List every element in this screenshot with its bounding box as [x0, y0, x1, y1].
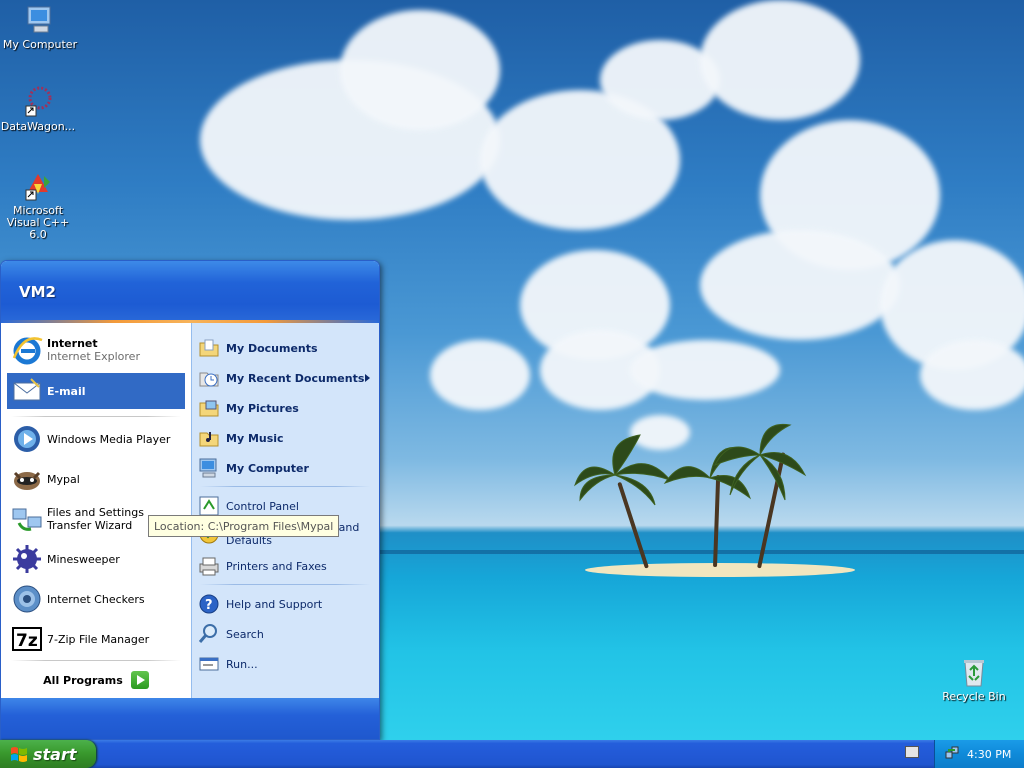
island [585, 563, 855, 577]
my-computer-icon [198, 457, 220, 479]
start-item-my-computer[interactable]: My Computer [198, 455, 374, 481]
mypal-icon [11, 463, 43, 495]
start-item-my-music[interactable]: My Music [198, 425, 374, 451]
item-label: Internet Checkers [47, 592, 145, 606]
windows-flag-icon [10, 746, 28, 762]
item-label: My Computer [226, 461, 309, 475]
help-icon: ? [198, 593, 220, 615]
recycle-bin-icon [958, 656, 990, 688]
start-menu: VM2 Internet Internet Explorer E-mail Win… [0, 260, 380, 740]
item-label: Windows Media Player [47, 432, 171, 446]
clock[interactable]: 4:30 PM [967, 748, 1011, 761]
internet-explorer-icon [11, 334, 43, 366]
folder-pictures-icon [198, 397, 220, 419]
start-item-7zip[interactable]: 7z 7-Zip File Manager [7, 621, 185, 657]
item-label: Help and Support [226, 597, 323, 611]
start-item-email[interactable]: E-mail [7, 373, 185, 409]
desktop-icon-label: Recycle Bin [942, 690, 1006, 703]
item-label: My Music [226, 431, 284, 445]
printer-icon [198, 555, 220, 577]
taskbar: start 4:30 PM [0, 740, 1024, 768]
location-tooltip: Location: C:\Program Files\Mypal [148, 515, 340, 537]
control-panel-icon [198, 495, 220, 517]
network-icon[interactable] [945, 746, 959, 763]
start-item-mypal[interactable]: Mypal [7, 461, 185, 497]
desktop-icon-label: Microsoft Visual C++ 6.0 [6, 204, 70, 241]
user-name: VM2 [19, 283, 56, 301]
item-label: Minesweeper [47, 552, 120, 566]
start-item-my-pictures[interactable]: My Pictures [198, 395, 374, 421]
item-label: Run... [226, 657, 258, 671]
visual-cpp-icon [22, 170, 54, 202]
item-label: My Documents [226, 341, 318, 355]
datawagon-icon [22, 86, 54, 118]
search-icon [198, 623, 220, 645]
desktop-icon-datawagon[interactable]: DataWagon... [0, 86, 78, 133]
email-icon [11, 375, 43, 407]
green-arrow-icon [130, 671, 149, 689]
desktop-icon-recycle-bin[interactable]: Recycle Bin [934, 656, 1014, 703]
transfer-wizard-icon [11, 503, 43, 535]
palm-tree-leaves [574, 423, 807, 506]
item-subtitle: Internet Explorer [47, 350, 140, 363]
item-label: Search [226, 627, 264, 641]
separator [11, 416, 181, 417]
start-item-minesweeper[interactable]: Minesweeper [7, 541, 185, 577]
media-player-icon [11, 423, 43, 455]
start-item-internet-checkers[interactable]: Internet Checkers [7, 581, 185, 617]
recent-documents-icon [198, 367, 220, 389]
item-label: Control Panel [226, 499, 299, 513]
start-item-search[interactable]: Search [198, 621, 374, 647]
start-item-help[interactable]: ? Help and Support [198, 591, 374, 617]
my-computer-icon [24, 4, 56, 36]
item-title: Internet [47, 337, 98, 350]
desktop-icon-label: DataWagon... [0, 120, 76, 133]
start-item-run[interactable]: Run... [198, 651, 374, 677]
start-menu-programs-pane: Internet Internet Explorer E-mail Windows… [1, 323, 191, 698]
run-icon [198, 653, 220, 675]
all-programs-button[interactable]: All Programs [1, 662, 191, 698]
desktop-icon-label: My Computer [2, 38, 78, 51]
item-label: My Recent Documents [226, 371, 365, 385]
start-item-my-documents[interactable]: My Documents [198, 335, 374, 361]
keyboard-icon[interactable] [905, 746, 919, 758]
svg-text:?: ? [205, 598, 213, 613]
item-label: Printers and Faxes [226, 559, 327, 573]
separator [200, 486, 370, 487]
desktop-icon-visual-cpp[interactable]: Microsoft Visual C++ 6.0 [0, 170, 78, 241]
7zip-icon: 7z [11, 623, 43, 655]
item-label: My Pictures [226, 401, 299, 415]
all-programs-label: All Programs [43, 673, 123, 687]
start-menu-footer [1, 698, 379, 739]
start-label: start [33, 744, 77, 764]
separator [200, 584, 370, 585]
start-menu-places-pane: My Documents My Recent Documents My Pict… [191, 323, 379, 698]
checkers-icon [11, 583, 43, 615]
minesweeper-icon [11, 543, 43, 575]
item-title: E-mail [47, 384, 86, 398]
separator [11, 660, 181, 661]
start-item-media-player[interactable]: Windows Media Player [7, 421, 185, 457]
start-button[interactable]: start [0, 740, 96, 768]
start-item-internet[interactable]: Internet Internet Explorer [7, 331, 185, 369]
folder-music-icon [198, 427, 220, 449]
system-tray: 4:30 PM [934, 740, 1024, 768]
start-menu-user-header: VM2 [1, 261, 379, 323]
chevron-right-icon [365, 374, 370, 382]
svg-text:7z: 7z [16, 631, 38, 651]
folder-documents-icon [198, 337, 220, 359]
start-item-my-recent-documents[interactable]: My Recent Documents [198, 365, 374, 391]
item-label: Mypal [47, 472, 80, 486]
start-item-printers[interactable]: Printers and Faxes [198, 553, 374, 579]
desktop-icon-my-computer[interactable]: My Computer [0, 4, 80, 51]
item-label: 7-Zip File Manager [47, 632, 150, 646]
